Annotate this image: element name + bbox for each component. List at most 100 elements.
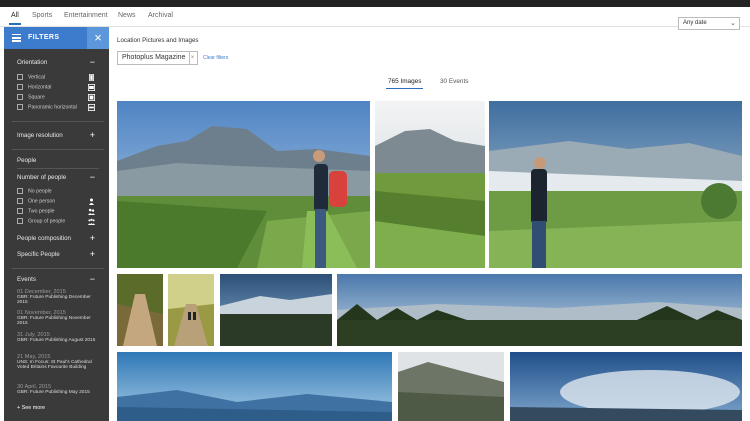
specific-people-heading[interactable]: Specific People xyxy=(17,251,60,258)
event-item[interactable]: 30 April, 2015 GBR: Future Publishing Ma… xyxy=(17,384,102,395)
tab-news[interactable]: News xyxy=(118,12,136,19)
option-label: Two people xyxy=(28,208,55,215)
option-label: Square xyxy=(28,94,45,101)
image-resolution-heading[interactable]: Image resolution xyxy=(17,132,63,139)
vertical-orientation-icon xyxy=(89,74,94,81)
close-icon: × xyxy=(94,30,102,45)
people-option-two[interactable]: Two people xyxy=(17,208,55,215)
event-item[interactable]: 21 May, 2015 UNS: In Focus: St Paul's Ca… xyxy=(17,354,102,371)
forest-walkers-image xyxy=(168,274,214,346)
people-option-none[interactable]: No people xyxy=(17,188,52,195)
people-composition-heading[interactable]: People composition xyxy=(17,235,71,242)
filters-sidebar: FILTERS × Orientation − Vertical Horizon… xyxy=(4,27,109,421)
specific-people-expand-icon[interactable]: + xyxy=(90,250,95,259)
clear-filters-link[interactable]: Clear filters xyxy=(203,55,228,61)
event-title: UNS: In Focus: St Paul's Cathedral Voted… xyxy=(17,360,92,371)
divider xyxy=(17,168,99,169)
people-composition-expand-icon[interactable]: + xyxy=(90,234,95,243)
tab-events[interactable]: 30 Events xyxy=(440,78,468,85)
checkbox[interactable] xyxy=(17,74,23,80)
event-item[interactable]: 31 July, 2015 GBR: Future Publishing Aug… xyxy=(17,332,102,343)
option-label: Vertical xyxy=(28,74,46,81)
checkbox[interactable] xyxy=(17,104,23,110)
forest-path-image xyxy=(117,274,163,346)
image-thumbnail[interactable] xyxy=(117,101,370,268)
number-of-people-heading[interactable]: Number of people xyxy=(17,174,66,181)
two-people-icon xyxy=(88,208,95,215)
option-label: No people xyxy=(28,188,52,195)
image-thumbnail[interactable] xyxy=(168,274,214,346)
photographer-meadow-image xyxy=(489,101,742,268)
divider xyxy=(12,268,104,269)
divider xyxy=(12,121,104,122)
tab-entertainment[interactable]: Entertainment xyxy=(64,12,108,19)
close-filters-button[interactable]: × xyxy=(87,27,109,49)
number-of-people-collapse-icon[interactable]: − xyxy=(90,173,95,182)
image-thumbnail[interactable] xyxy=(375,101,485,268)
divider xyxy=(12,149,104,150)
photographer-landscape-image xyxy=(117,101,370,268)
filters-header: FILTERS × xyxy=(4,27,109,49)
one-person-icon xyxy=(89,198,94,205)
top-black-bar xyxy=(0,0,750,7)
sliders-icon xyxy=(12,34,21,42)
checkbox[interactable] xyxy=(17,198,23,204)
image-thumbnail[interactable] xyxy=(489,101,742,268)
people-option-one[interactable]: One person xyxy=(17,198,55,205)
orientation-collapse-icon[interactable]: − xyxy=(90,58,95,67)
tab-all[interactable]: All xyxy=(9,12,21,25)
image-thumbnail[interactable] xyxy=(220,274,332,346)
event-item[interactable]: 01 November, 2015 GBR: Future Publishing… xyxy=(17,310,102,327)
cliff-image xyxy=(398,352,504,421)
search-tag-label: Photoplus Magazine xyxy=(122,54,186,61)
page-title: Location Pictures and Images xyxy=(117,37,199,44)
image-thumbnail[interactable] xyxy=(510,352,742,421)
date-filter-value: Any date xyxy=(683,20,707,26)
date-filter-select[interactable]: Any date ⌄ xyxy=(678,17,740,30)
event-title: GBR: Future Publishing December 2015 xyxy=(17,295,91,306)
filters-title: FILTERS xyxy=(28,34,60,41)
image-thumbnail[interactable] xyxy=(117,352,392,421)
checkbox[interactable] xyxy=(17,188,23,194)
orientation-option-square[interactable]: Square xyxy=(17,94,45,101)
orientation-option-horizontal[interactable]: Horizontal xyxy=(17,84,51,91)
close-icon: × xyxy=(190,55,195,61)
see-more-events-link[interactable]: + See more xyxy=(17,405,45,411)
horizontal-orientation-icon xyxy=(88,84,95,91)
checkbox[interactable] xyxy=(17,94,23,100)
image-thumbnail[interactable] xyxy=(398,352,504,421)
event-title: GBR: Future Publishing May 2015 xyxy=(17,390,90,395)
image-thumbnail[interactable] xyxy=(117,274,163,346)
people-option-group[interactable]: Group of people xyxy=(17,218,65,225)
events-collapse-icon[interactable]: − xyxy=(90,275,95,284)
option-label: Horizontal xyxy=(28,84,52,91)
panoramic-forest-image xyxy=(337,274,742,346)
checkbox[interactable] xyxy=(17,218,23,224)
category-tabs: All Sports Entertainment News Archival A… xyxy=(0,7,750,30)
checkbox[interactable] xyxy=(17,208,23,214)
orientation-option-vertical[interactable]: Vertical xyxy=(17,74,45,81)
image-thumbnail[interactable] xyxy=(337,274,742,346)
vineyard-mountain-image xyxy=(375,101,485,268)
group-of-people-icon xyxy=(88,218,95,225)
option-label: One person xyxy=(28,198,56,205)
event-title: GBR: Future Publishing November 2015 xyxy=(17,316,91,327)
tab-sports[interactable]: Sports xyxy=(32,12,52,19)
search-tag[interactable]: Photoplus Magazine xyxy=(117,51,191,65)
orientation-heading[interactable]: Orientation xyxy=(17,59,47,66)
event-title: GBR: Future Publishing August 2015 xyxy=(17,338,96,343)
tab-images[interactable]: 765 Images xyxy=(385,78,424,89)
people-heading: People xyxy=(17,157,37,164)
option-label: Panoramic horizontal xyxy=(28,104,77,111)
events-heading[interactable]: Events xyxy=(17,276,36,283)
remove-tag-button[interactable]: × xyxy=(188,51,198,65)
cloudy-sky-image xyxy=(510,352,742,421)
checkbox[interactable] xyxy=(17,84,23,90)
orientation-option-panoramic[interactable]: Panoramic horizontal xyxy=(17,104,77,111)
event-item[interactable]: 01 December, 2015 GBR: Future Publishing… xyxy=(17,289,102,306)
tab-archival[interactable]: Archival xyxy=(148,12,173,19)
image-resolution-expand-icon[interactable]: + xyxy=(90,131,95,140)
mountain-lake-image xyxy=(220,274,332,346)
option-label: Group of people xyxy=(28,218,66,225)
blue-valley-image xyxy=(117,352,392,421)
